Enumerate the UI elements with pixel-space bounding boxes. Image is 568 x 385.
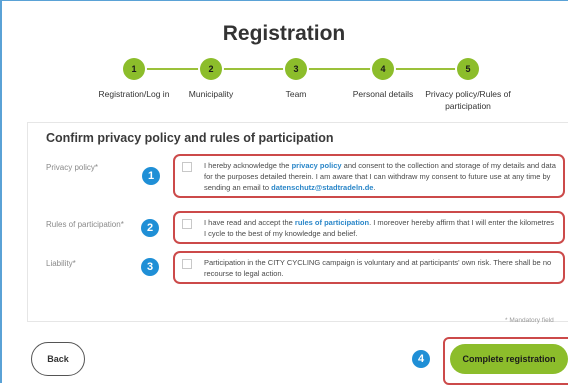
back-button[interactable]: Back — [31, 342, 85, 376]
step-number-badge: 2 — [200, 58, 222, 80]
rules-of-participation-link[interactable]: rules of participation — [295, 218, 369, 227]
privacy-policy-checkbox[interactable] — [182, 162, 192, 172]
step-number-badge: 3 — [285, 58, 307, 80]
annotation-badge-1: 1 — [142, 167, 160, 185]
step-number-badge: 4 — [372, 58, 394, 80]
complete-registration-button[interactable]: Complete registration — [450, 344, 568, 374]
liability-label: Liability* — [46, 259, 76, 268]
rules-of-participation-checkbox[interactable] — [182, 219, 192, 229]
privacy-text-end: . — [373, 183, 376, 192]
mandatory-field-note: * Mandatory field — [505, 317, 554, 324]
page-title: Registration — [222, 22, 346, 45]
liability-highlight: Participation in the CITY CYCLING campai… — [173, 251, 565, 284]
step-label: Privacy policy/Rules of participation — [425, 89, 511, 111]
window-top-border — [0, 0, 568, 1]
panel-title: Confirm privacy policy and rules of part… — [46, 131, 334, 145]
step-number-badge: 1 — [123, 58, 145, 80]
annotation-badge-4: 4 — [412, 350, 430, 368]
annotation-badge-2: 2 — [141, 219, 159, 237]
privacy-email-link[interactable]: datenschutz@stadtradeln.de — [271, 183, 373, 192]
confirmation-panel: Confirm privacy policy and rules of part… — [27, 122, 568, 322]
privacy-policy-label: Privacy policy* — [46, 163, 99, 172]
privacy-policy-text: I hereby acknowledge the privacy policy … — [204, 160, 557, 193]
rules-of-participation-label: Rules of participation* — [46, 220, 124, 229]
rules-text-start: I have read and accept the — [204, 218, 295, 227]
rules-highlight: I have read and accept the rules of part… — [173, 211, 565, 244]
step-number-badge: 5 — [457, 58, 479, 80]
rules-text: I have read and accept the rules of part… — [204, 217, 557, 239]
liability-text: Participation in the CITY CYCLING campai… — [204, 258, 552, 278]
annotation-badge-3: 3 — [141, 258, 159, 276]
progress-stepper: 1 Registration/Log in 2 Municipality 3 T… — [0, 58, 568, 118]
privacy-policy-highlight: I hereby acknowledge the privacy policy … — [173, 154, 565, 198]
step-privacy-policy[interactable]: 5 Privacy policy/Rules of participation — [420, 58, 516, 112]
privacy-text-start: I hereby acknowledge the — [204, 161, 292, 170]
privacy-policy-link[interactable]: privacy policy — [292, 161, 342, 170]
liability-checkbox[interactable] — [182, 259, 192, 269]
